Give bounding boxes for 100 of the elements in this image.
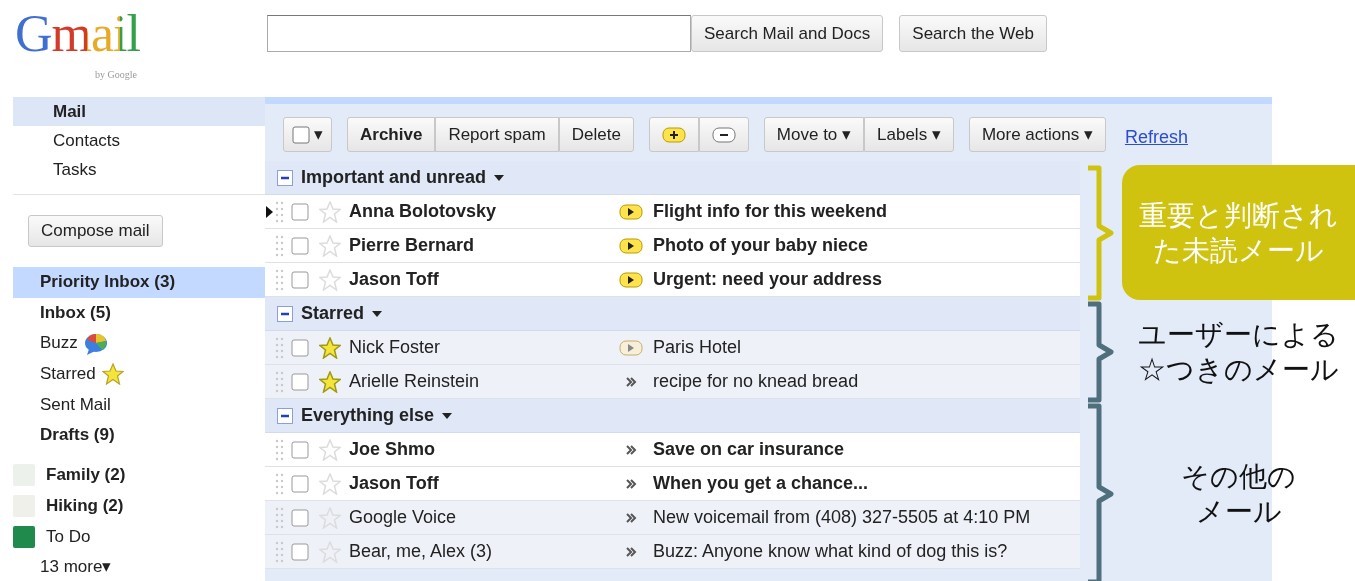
more-labels-link[interactable]: 13 more▾ (13, 552, 265, 581)
collapse-toggle[interactable] (277, 305, 293, 322)
compose-button[interactable]: Compose mail (28, 215, 163, 247)
drag-handle-icon[interactable] (274, 471, 286, 496)
search-button[interactable]: Search the Web (899, 15, 1047, 52)
caret-icon[interactable] (494, 174, 504, 181)
drag-handle-icon[interactable] (274, 199, 286, 224)
checkbox[interactable] (291, 270, 309, 289)
email-subject: When you get a chance... (653, 472, 869, 495)
caret-icon[interactable] (442, 412, 453, 419)
email-row[interactable]: Pierre Bernard Photo of your baby niece (265, 229, 1080, 263)
email-row[interactable]: Jason Toff When you get a chance... (265, 467, 1080, 501)
plus-icon (661, 127, 686, 144)
importance-marker-icon[interactable] (619, 203, 643, 220)
label-link[interactable]: To Do (13, 521, 265, 553)
drag-handle-icon[interactable] (274, 505, 286, 530)
email-row[interactable]: Nick Foster Paris Hotel (265, 331, 1080, 365)
checkbox[interactable] (291, 440, 309, 459)
checkbox-icon (292, 125, 310, 144)
toolbar-button[interactable]: Report spam (435, 117, 559, 152)
app-link[interactable]: Tasks (13, 155, 265, 184)
email-subject: New voicemail from (408) 327-5505 at 4:10 PM (653, 506, 1031, 529)
search-field[interactable] (267, 15, 691, 52)
folder-name: Priority Inbox (3) (40, 271, 176, 293)
importance-marker-icon[interactable] (619, 271, 643, 288)
folder-name: Drafts (9) (40, 424, 115, 447)
drag-handle-icon[interactable] (274, 233, 286, 258)
folder-link[interactable]: Buzz (13, 328, 265, 360)
email-subject: Flight info for this weekend (653, 200, 887, 223)
checkbox[interactable] (291, 202, 309, 221)
toolbar-button[interactable]: Archive (347, 117, 436, 152)
add-important-button[interactable] (648, 117, 699, 152)
checkbox[interactable] (291, 508, 309, 527)
remove-important-button[interactable] (698, 117, 749, 152)
section-title: Starred (301, 302, 365, 325)
drag-handle-icon[interactable] (274, 267, 286, 292)
logo-subtitle: by Google (95, 68, 137, 82)
drag-handle-icon[interactable] (274, 437, 286, 462)
annotation-text: ユーザーによる ☆つきのメール (1137, 318, 1340, 387)
select-button[interactable]: ▾ (283, 117, 332, 152)
email-row[interactable]: Anna Bolotovsky Flight info for this weekend (265, 195, 1080, 229)
folder-name: To Do (46, 525, 91, 548)
importance-marker-icon[interactable] (619, 237, 643, 254)
checkbox[interactable] (291, 542, 309, 561)
folder-name: Sent Mail (40, 393, 111, 416)
drag-handle-icon[interactable] (274, 369, 286, 394)
label-link[interactable]: Family (2) (13, 460, 265, 491)
drag-handle-icon[interactable] (274, 539, 286, 564)
checkbox[interactable] (291, 338, 309, 357)
folder-link[interactable]: Inbox (5) (13, 297, 265, 329)
email-row[interactable]: Bear, me, Alex (3) Buzz: Anyone know what kind of dog this is? (265, 535, 1080, 569)
folder-link[interactable]: Sent Mail (13, 389, 265, 421)
folder-link[interactable]: Drafts (9) (13, 420, 265, 452)
folder-name: Inbox (5) (40, 301, 111, 324)
sender-name: Joe Shmo (349, 438, 437, 461)
collapse-toggle[interactable] (277, 169, 293, 186)
importance-marker-icon[interactable] (619, 339, 643, 356)
toolbar-button[interactable]: Move to ▾ (763, 117, 865, 152)
star-icon[interactable] (319, 370, 341, 393)
checkbox[interactable] (291, 372, 309, 391)
annotation-text: その他の メール (1180, 460, 1297, 529)
search-button[interactable]: Search Mail and Docs (691, 15, 884, 52)
sender-name: Anna Bolotovsky (349, 200, 498, 223)
folder-link[interactable]: Priority Inbox (3) (13, 267, 265, 298)
folder-name: Family (2) (46, 464, 126, 487)
checkbox[interactable] (291, 236, 309, 255)
email-row[interactable]: Jason Toff Urgent: need your address (265, 263, 1080, 297)
email-subject: Paris Hotel (653, 336, 742, 359)
sender-name: Nick Foster (349, 336, 441, 359)
speech-bubble-icon (83, 331, 110, 356)
app-link[interactable]: Mail (13, 97, 265, 126)
star-icon[interactable] (319, 336, 341, 359)
caret-icon[interactable] (372, 310, 383, 317)
folder-name: Buzz (40, 332, 78, 355)
section-title: Everything else (301, 404, 435, 427)
sender-name: Jason Toff (349, 472, 440, 495)
annotation-text: 重要と判断され た未読メール (1122, 165, 1355, 300)
email-subject: Photo of your baby niece (653, 234, 869, 257)
star-icon (101, 363, 124, 386)
email-subject: Urgent: need your address (653, 268, 883, 291)
sender-name: Google Voice (349, 506, 458, 529)
email-row[interactable]: Joe Shmo Save on car insurance (265, 433, 1080, 467)
collapse-toggle[interactable] (277, 407, 293, 424)
sender-name: Arielle Reinstein (349, 370, 481, 393)
section-title: Important and unread (301, 166, 486, 189)
label-link[interactable]: Hiking (2) (13, 490, 265, 522)
drag-handle-icon[interactable] (274, 335, 286, 360)
app-link[interactable]: Contacts (13, 126, 265, 155)
email-row[interactable]: Google Voice New voicemail from (408) 327-5505 at 4:10 PM (265, 501, 1080, 535)
minus-icon (711, 127, 736, 144)
email-subject: recipe for no knead bread (653, 370, 859, 393)
toolbar-button[interactable]: More actions ▾ (968, 117, 1106, 152)
toolbar-button[interactable]: Labels ▾ (864, 117, 954, 152)
sender-name: Pierre Bernard (349, 234, 476, 257)
email-row[interactable]: Arielle Reinstein recipe for no knead bread (265, 365, 1080, 399)
toolbar-button[interactable]: Delete (558, 117, 634, 152)
folder-link[interactable]: Starred (13, 359, 265, 390)
checkbox[interactable] (291, 474, 309, 493)
refresh-link[interactable]: Refresh (1124, 124, 1188, 151)
email-subject: Save on car insurance (653, 438, 845, 461)
